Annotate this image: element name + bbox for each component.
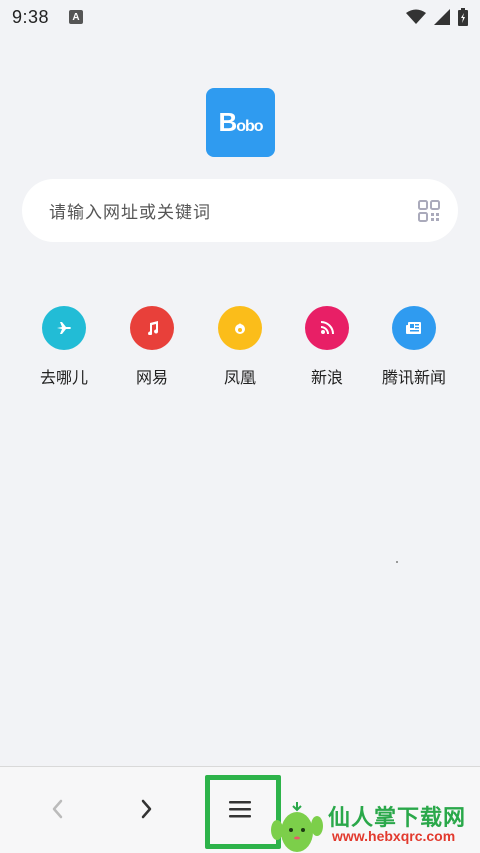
signal-icon	[434, 9, 450, 25]
status-icons	[406, 8, 468, 26]
shortcut-circle	[392, 306, 436, 350]
logo-text-rest: obo	[236, 118, 263, 135]
watermark: 仙人掌下载网 www.hebxqrc.com	[262, 790, 480, 853]
shortcut-grid: 去哪儿 网易 凤凰 新浪 腾讯新闻	[0, 306, 480, 396]
shortcut-circle	[218, 306, 262, 350]
shortcut-label: 网易	[135, 370, 168, 387]
shortcut-circle	[130, 306, 174, 350]
shortcut-circle	[305, 306, 349, 350]
shortcut-ifeng[interactable]: 凤凰	[196, 306, 284, 388]
status-time: 9:38	[12, 6, 50, 27]
shortcut-label: 新浪	[310, 370, 343, 387]
shortcut-label: 去哪儿	[39, 370, 88, 387]
shortcut-circle	[42, 306, 86, 350]
newspaper-icon	[406, 322, 421, 334]
logo-text: Bobo	[218, 107, 263, 138]
shortcut-qunar[interactable]: 去哪儿	[20, 306, 108, 388]
logo-text-main: B	[218, 107, 237, 137]
chevron-right-icon[interactable]	[134, 797, 158, 821]
status-bar: 9:38 A	[0, 0, 480, 34]
watermark-url: www.hebxqrc.com	[332, 828, 456, 844]
shortcut-label: 凤凰	[223, 370, 256, 387]
shortcut-tencent-news[interactable]: 腾讯新闻	[370, 306, 458, 388]
a-icon: A	[69, 10, 84, 24]
search-box[interactable]: 请输入网址或关键词	[22, 179, 458, 242]
stray-dot	[396, 561, 398, 563]
menu-icon[interactable]	[229, 800, 251, 818]
shortcut-label: 腾讯新闻	[381, 370, 446, 387]
shortcut-sina[interactable]: 新浪	[283, 306, 371, 388]
airplane-icon	[57, 322, 71, 334]
bobo-logo: Bobo	[206, 88, 275, 157]
battery-charging-icon	[458, 8, 468, 26]
wifi-icon	[406, 9, 426, 24]
search-input[interactable]: 请输入网址或关键词	[49, 198, 418, 223]
music-note-icon	[148, 321, 159, 335]
chevron-left-icon[interactable]	[46, 797, 70, 821]
rss-icon	[320, 321, 334, 335]
cactus-logo-icon	[271, 802, 323, 852]
qr-scan-icon[interactable]	[418, 199, 440, 222]
shortcut-netease[interactable]: 网易	[108, 306, 196, 388]
flame-icon	[235, 323, 245, 334]
